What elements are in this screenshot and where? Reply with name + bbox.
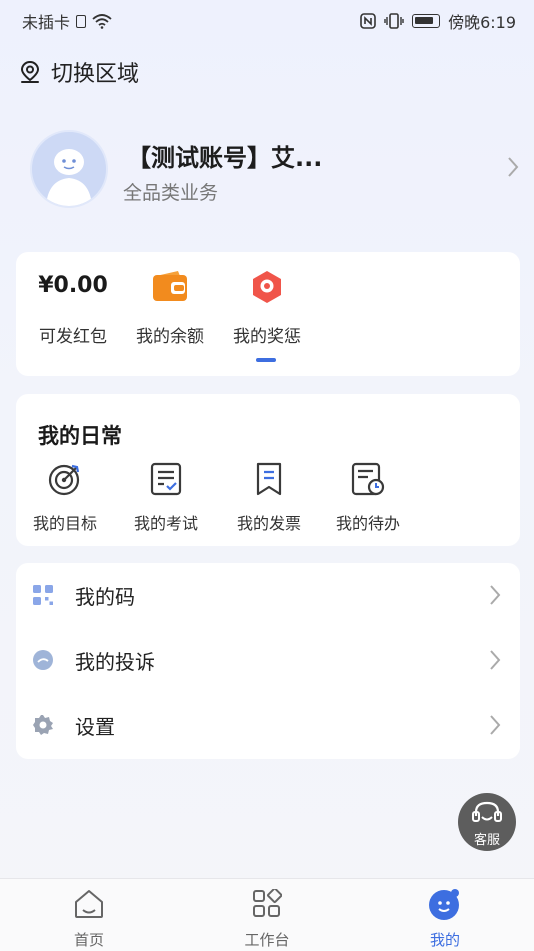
menu-item-my-code[interactable]: 我的码 [16, 563, 520, 628]
menu-item-complaints[interactable]: 我的投诉 [16, 628, 520, 693]
balance-label: 我的余额 [136, 327, 204, 347]
menu-label-complaints: 我的投诉 [75, 650, 155, 674]
menu-label-my-code: 我的码 [75, 585, 135, 609]
menu-item-settings[interactable]: 设置 [16, 693, 520, 758]
workbench-icon [253, 889, 282, 917]
todo-icon [351, 462, 385, 496]
qrcode-icon [33, 585, 53, 605]
customer-service-label: 客服 [473, 833, 500, 848]
red-packet-item[interactable]: ¥0.00 可发红包 [28, 270, 118, 347]
menu-card: 我的码 我的投诉 设置 [16, 563, 520, 759]
daily-item-exam[interactable]: 我的考试 [121, 460, 211, 534]
rewards-label: 我的奖惩 [233, 327, 301, 347]
headset-icon [472, 801, 502, 822]
battery-icon [412, 14, 441, 28]
status-bar: 未插卡 傍晚6:19 [0, 0, 534, 38]
wifi-icon [92, 14, 112, 29]
vibrate-icon [384, 13, 404, 29]
chevron-right-icon[interactable] [506, 155, 520, 179]
avatar[interactable] [30, 130, 108, 208]
daily-label-exam: 我的考试 [133, 514, 198, 533]
switch-region-button[interactable]: 切换区域 [19, 56, 139, 88]
mine-icon [429, 889, 459, 920]
customer-service-button[interactable]: 客服 [458, 793, 516, 851]
wallet-icon [153, 271, 187, 301]
daily-item-todo[interactable]: 我的待办 [323, 460, 413, 534]
chevron-right-icon [490, 650, 501, 670]
tab-mine-label: 我的 [429, 931, 460, 949]
switch-region-label: 切换区域 [51, 62, 140, 87]
balance-item[interactable]: 我的余额 [125, 270, 215, 347]
profile-header[interactable]: 【测试账号】艾... 全品类业务 [30, 130, 520, 208]
tab-mine[interactable]: 我的 [400, 887, 490, 950]
nfc-icon [360, 13, 376, 29]
location-pin-icon [20, 60, 40, 83]
profile-role: 全品类业务 [123, 182, 219, 204]
daily-label-invoice: 我的发票 [236, 514, 301, 533]
daily-card: 我的日常 我的目标 我的考试 我的发票 我的待办 [16, 394, 520, 546]
tab-home[interactable]: 首页 [44, 887, 134, 950]
profile-name: 【测试账号】艾... [127, 144, 323, 172]
daily-item-goals[interactable]: 我的目标 [20, 460, 110, 534]
daily-label-todo: 我的待办 [335, 514, 400, 533]
daily-item-invoice[interactable]: 我的发票 [224, 460, 314, 534]
clock-text: 傍晚6:19 [448, 13, 516, 32]
red-packet-label: 可发红包 [39, 327, 107, 347]
complaint-icon [33, 650, 53, 670]
home-icon [75, 890, 103, 918]
daily-label-goals: 我的目标 [32, 514, 97, 533]
daily-title: 我的日常 [38, 424, 122, 448]
target-icon [48, 464, 80, 496]
award-icon [253, 271, 281, 303]
chevron-right-icon [490, 585, 501, 605]
wallet-card: ¥0.00 可发红包 我的余额 我的奖惩 [16, 252, 520, 376]
invoice-icon [256, 462, 282, 496]
tab-workbench-label: 工作台 [244, 931, 290, 949]
page-indicator [256, 358, 276, 362]
carrier-text: 未插卡 [22, 13, 71, 32]
menu-label-settings: 设置 [75, 715, 115, 739]
gear-icon [33, 715, 53, 735]
bottom-tab-bar: 首页 工作台 我的 [0, 878, 534, 951]
tab-home-label: 首页 [73, 931, 104, 949]
avatar-mascot-icon [32, 132, 106, 206]
tab-workbench[interactable]: 工作台 [222, 887, 312, 950]
sim-icon [76, 14, 87, 28]
exam-icon [150, 462, 182, 496]
rewards-item[interactable]: 我的奖惩 [222, 270, 312, 347]
red-packet-value: ¥0.00 [38, 273, 108, 298]
chevron-right-icon [490, 715, 501, 735]
